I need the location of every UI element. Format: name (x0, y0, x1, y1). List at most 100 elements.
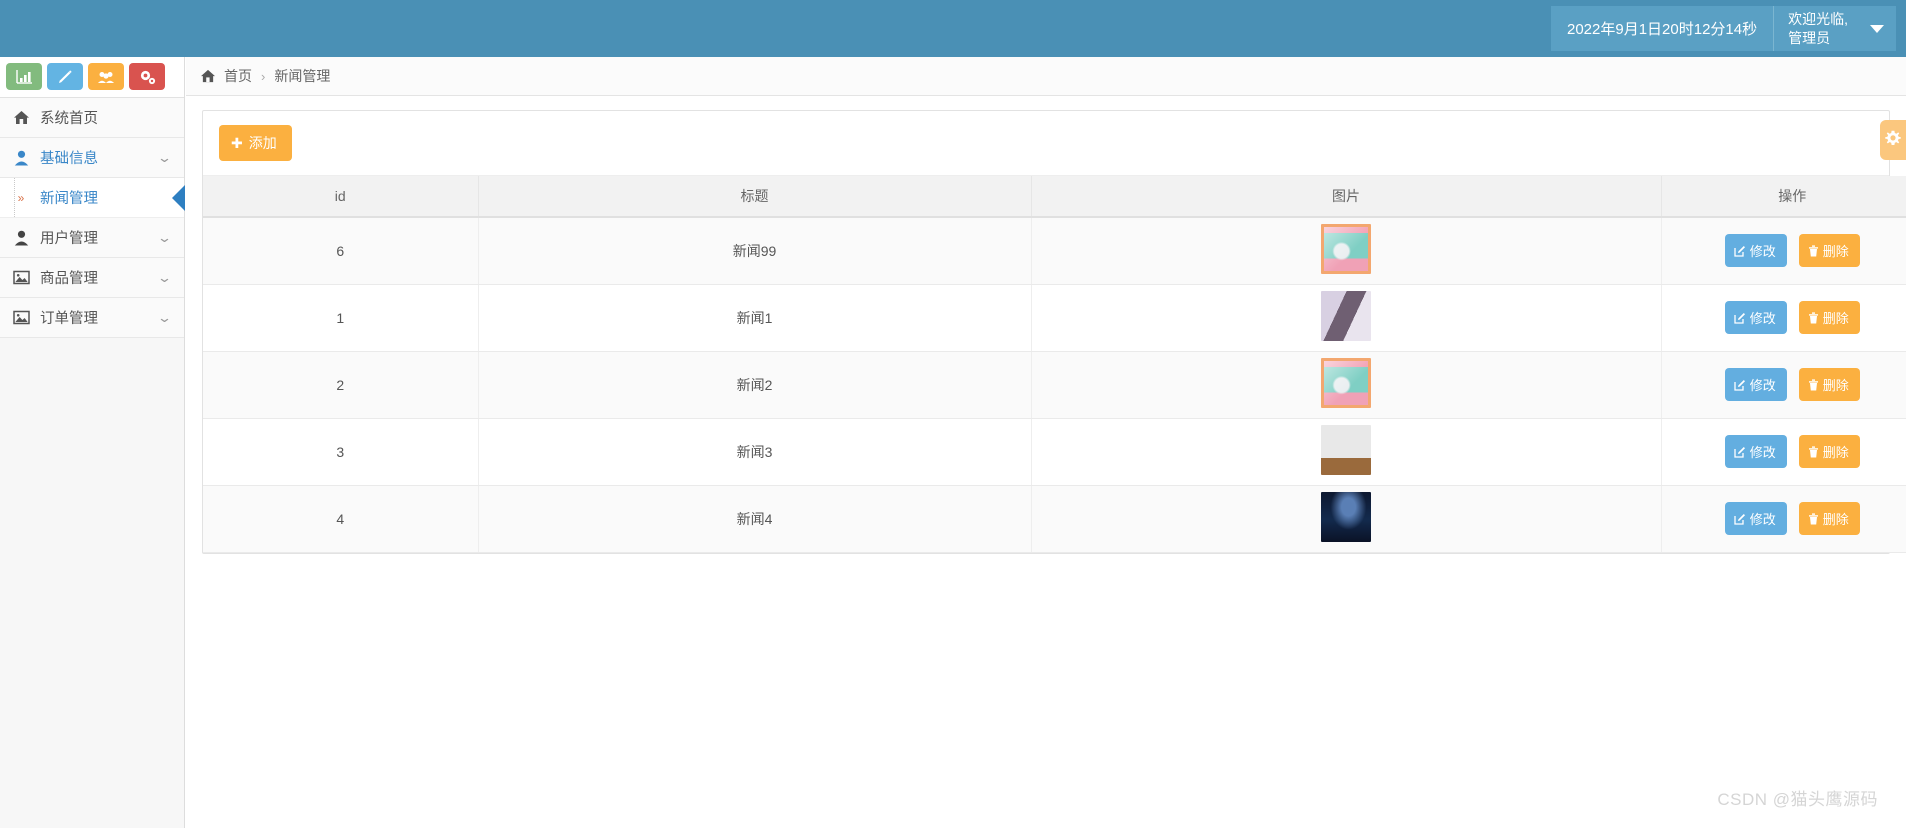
pencil-icon[interactable] (47, 63, 83, 90)
cell-operations: 修改 删除 (1661, 217, 1906, 285)
column-header-image: 图片 (1031, 176, 1662, 218)
sidebar-item-label: 订单管理 (40, 311, 98, 327)
table-header-row: id 标题 图片 操作 (203, 176, 1906, 218)
sidebar-item-label: 用户管理 (40, 231, 98, 247)
edit-button[interactable]: 修改 (1724, 301, 1787, 334)
sidebar: 系统首页 基础信息 ⌄ » 新闻管理 用户管理 ⌄ 商品管理 ⌄ 订单管理 ⌄ (0, 57, 185, 828)
edit-button[interactable]: 修改 (1724, 234, 1787, 268)
delete-button[interactable]: 删除 (1798, 301, 1860, 334)
delete-button[interactable]: 删除 (1798, 368, 1860, 401)
delete-button[interactable]: 删除 (1798, 502, 1860, 535)
cell-image (1031, 284, 1662, 352)
column-header-operations: 操作 (1661, 176, 1906, 218)
cell-operations: 修改 删除 (1661, 485, 1906, 553)
cell-image (1031, 485, 1662, 553)
sidebar-item-system-home[interactable]: 系统首页 (0, 98, 184, 138)
user-blue-icon (10, 150, 32, 166)
sidebar-item-news-management[interactable]: » 新闻管理 (0, 178, 185, 218)
welcome-line-2: 管理员 (1788, 29, 1831, 46)
news-thumbnail[interactable] (1321, 492, 1371, 542)
cell-id: 2 (203, 351, 479, 419)
table-body: 6 新闻99 修改 删除 1 新闻1 修改 删除 2 新闻2 修改 删除 3 新… (203, 217, 1906, 553)
news-thumbnail[interactable] (1321, 291, 1371, 341)
news-panel: ✚ 添加 id 标题 图片 操作 6 新闻99 修改 删除 1 新闻1 修改 删… (202, 110, 1906, 554)
cell-title: 新闻3 (478, 418, 1032, 486)
table-row: 6 新闻99 修改 删除 (203, 217, 1906, 285)
news-table: id 标题 图片 操作 6 新闻99 修改 删除 1 新闻1 修改 删除 2 新… (203, 176, 1906, 553)
edit-button[interactable]: 修改 (1724, 368, 1787, 401)
sidebar-item-order-management[interactable]: 订单管理 ⌄ (0, 298, 184, 338)
cell-image (1031, 217, 1662, 285)
image-icon (10, 310, 32, 325)
cell-title: 新闻1 (478, 284, 1032, 352)
delete-button[interactable]: 删除 (1798, 234, 1860, 268)
sidebar-item-user-management[interactable]: 用户管理 ⌄ (0, 218, 184, 258)
top-bar-right-group: 2022年9月1日20时12分14秒 欢迎光临, 管理员 (1551, 6, 1896, 51)
news-thumbnail[interactable] (1321, 425, 1371, 475)
chart-icon[interactable] (6, 63, 42, 90)
sidebar-item-basic-info[interactable]: 基础信息 ⌄ (0, 138, 184, 178)
home-icon (10, 110, 32, 125)
sidebar-item-product-management[interactable]: 商品管理 ⌄ (0, 258, 184, 298)
cell-id: 4 (203, 485, 479, 553)
main-content: 首页 › 新闻管理 ✚ 添加 id 标题 图片 操作 6 新闻99 修改 删除 … (186, 57, 1906, 828)
breadcrumb: 首页 › 新闻管理 (186, 57, 1906, 96)
cell-operations: 修改 删除 (1661, 418, 1906, 486)
gears-icon[interactable] (129, 63, 165, 90)
cell-image (1031, 418, 1662, 486)
user-menu[interactable]: 欢迎光临, 管理员 (1774, 6, 1896, 51)
trash-icon (1808, 378, 1819, 391)
tree-line (14, 178, 15, 217)
user-dark-icon (10, 230, 32, 246)
news-thumbnail[interactable] (1321, 224, 1371, 275)
edit-button-label: 修改 (1749, 378, 1776, 393)
edit-button[interactable]: 修改 (1724, 435, 1787, 468)
edit-square-icon (1734, 379, 1746, 391)
trash-icon (1808, 311, 1819, 324)
breadcrumb-separator: › (261, 68, 266, 84)
cell-id: 6 (203, 217, 479, 285)
top-bar: 2022年9月1日20时12分14秒 欢迎光临, 管理员 (0, 0, 1906, 57)
column-header-id: id (203, 176, 479, 218)
edit-square-icon (1734, 513, 1746, 525)
delete-button-label: 删除 (1822, 512, 1849, 527)
active-indicator-arrow (172, 184, 185, 211)
cell-id: 1 (203, 284, 479, 352)
panel-toolbar: ✚ 添加 (203, 111, 1889, 176)
delete-button[interactable]: 删除 (1798, 435, 1860, 468)
breadcrumb-current: 新闻管理 (274, 68, 331, 84)
chevron-down-icon[interactable]: ⌄ (157, 230, 172, 246)
chevron-down-icon[interactable]: ⌄ (157, 150, 172, 166)
settings-tab-button[interactable] (1880, 120, 1906, 160)
cell-operations: 修改 删除 (1661, 284, 1906, 352)
breadcrumb-home-link[interactable]: 首页 (224, 66, 252, 86)
cell-title: 新闻2 (478, 351, 1032, 419)
watermark: CSDN @猫头鹰源码 (1717, 790, 1878, 809)
edit-button[interactable]: 修改 (1724, 502, 1787, 535)
edit-button-label: 修改 (1749, 311, 1776, 326)
edit-button-label: 修改 (1749, 445, 1776, 460)
trash-icon (1808, 445, 1819, 458)
quick-action-bar (0, 57, 184, 98)
users-icon[interactable] (88, 63, 124, 90)
table-row: 1 新闻1 修改 删除 (203, 284, 1906, 352)
add-button[interactable]: ✚ 添加 (219, 125, 292, 161)
sidebar-item-label: 商品管理 (40, 271, 98, 287)
add-button-label: 添加 (248, 135, 277, 151)
news-thumbnail[interactable] (1321, 358, 1371, 408)
delete-button-label: 删除 (1822, 311, 1849, 326)
chevron-down-icon[interactable]: ⌄ (157, 310, 172, 326)
edit-button-label: 修改 (1749, 512, 1776, 527)
table-row: 4 新闻4 修改 删除 (203, 485, 1906, 553)
delete-button-label: 删除 (1822, 378, 1849, 393)
image-icon (10, 270, 32, 285)
gear-icon (1885, 130, 1901, 151)
delete-button-label: 删除 (1822, 244, 1849, 260)
trash-icon (1808, 512, 1819, 525)
cell-image (1031, 351, 1662, 419)
trash-icon (1808, 245, 1819, 257)
clock-display: 2022年9月1日20时12分14秒 (1551, 6, 1775, 51)
chevron-down-icon[interactable] (1870, 24, 1884, 33)
chevron-down-icon[interactable]: ⌄ (157, 270, 172, 286)
edit-square-icon (1734, 446, 1746, 458)
